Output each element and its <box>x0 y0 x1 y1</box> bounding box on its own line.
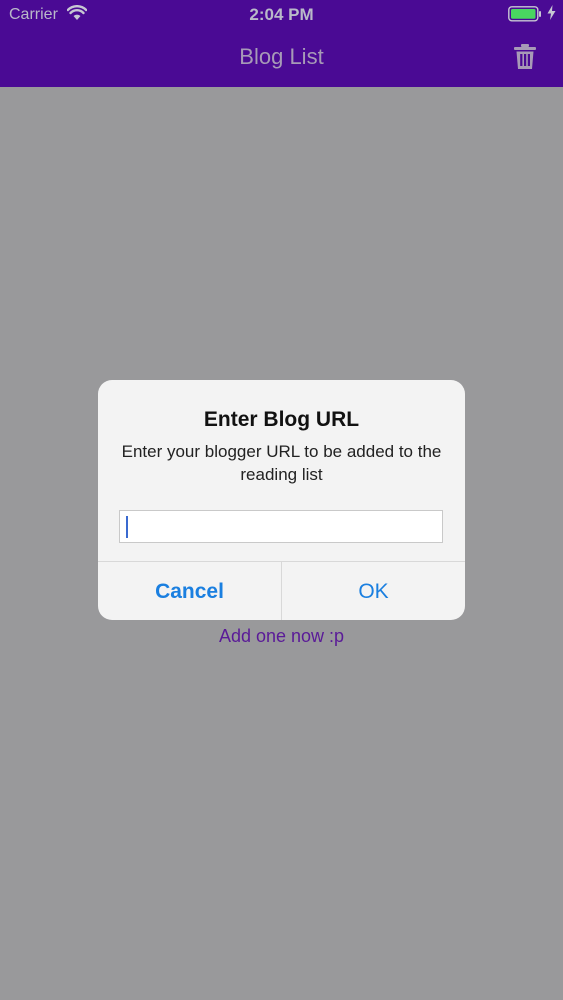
charging-bolt-icon <box>547 5 556 25</box>
add-blog-link[interactable]: Add one now :p <box>0 626 563 647</box>
navigation-bar: Carrier 2:04 PM Blog List <box>0 0 563 87</box>
text-cursor <box>126 516 128 538</box>
alert-dialog: Enter Blog URL Enter your blogger URL to… <box>98 380 465 620</box>
status-bar: Carrier 2:04 PM <box>0 0 563 30</box>
ok-button[interactable]: OK <box>282 562 465 620</box>
status-time: 2:04 PM <box>249 5 314 24</box>
blog-url-input[interactable] <box>119 510 443 543</box>
alert-title: Enter Blog URL <box>203 408 360 431</box>
alert-button-row: Cancel OK <box>98 561 465 620</box>
trash-icon[interactable] <box>513 44 537 75</box>
page-title: Blog List <box>239 44 324 69</box>
cancel-button[interactable]: Cancel <box>98 562 281 620</box>
battery-icon <box>508 6 541 22</box>
alert-message: Enter your blogger URL to be added to th… <box>121 442 442 484</box>
